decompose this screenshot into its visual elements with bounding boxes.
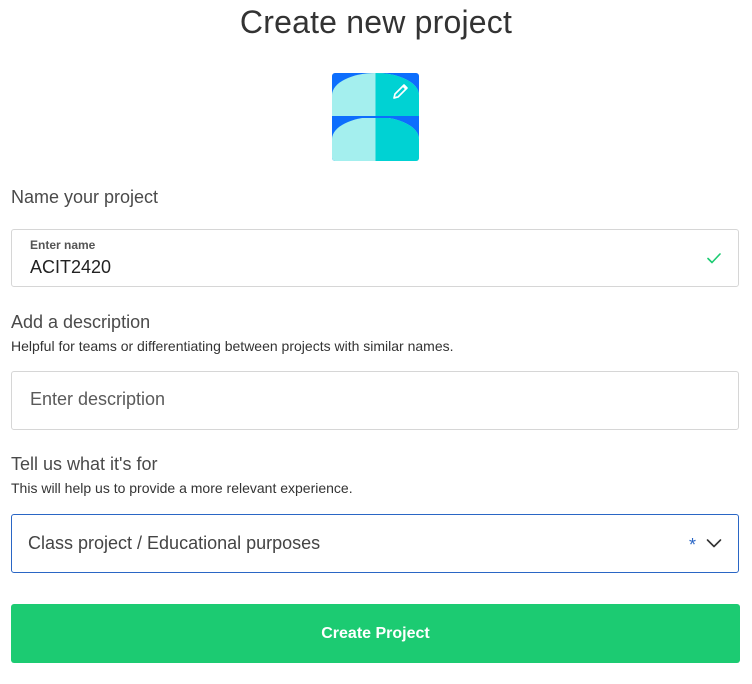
project-avatar[interactable] bbox=[332, 73, 419, 161]
chevron-down-icon[interactable] bbox=[706, 537, 722, 549]
create-project-page: Create new project Name your project Ent… bbox=[0, 0, 752, 684]
check-icon bbox=[707, 253, 721, 264]
project-name-label: Enter name bbox=[30, 238, 96, 252]
project-name-input[interactable] bbox=[30, 257, 690, 278]
page-title: Create new project bbox=[239, 4, 513, 40]
project-name-field[interactable]: Enter name bbox=[11, 229, 739, 287]
create-project-button[interactable]: Create Project bbox=[11, 604, 740, 663]
required-marker: * bbox=[688, 535, 696, 555]
description-section-subtext: Helpful for teams or differentiating bet… bbox=[11, 338, 454, 354]
description-field[interactable] bbox=[11, 371, 739, 430]
description-input[interactable] bbox=[30, 389, 710, 410]
purpose-section-subtext: This will help us to provide a more rele… bbox=[11, 480, 353, 496]
description-section-heading: Add a description bbox=[11, 312, 151, 332]
purpose-select[interactable]: Class project / Educational purposes * bbox=[11, 514, 739, 573]
name-section-heading: Name your project bbox=[11, 187, 159, 207]
pencil-icon[interactable] bbox=[391, 81, 411, 101]
purpose-section-heading: Tell us what it's for bbox=[11, 454, 158, 474]
purpose-selected-value: Class project / Educational purposes bbox=[28, 533, 321, 553]
